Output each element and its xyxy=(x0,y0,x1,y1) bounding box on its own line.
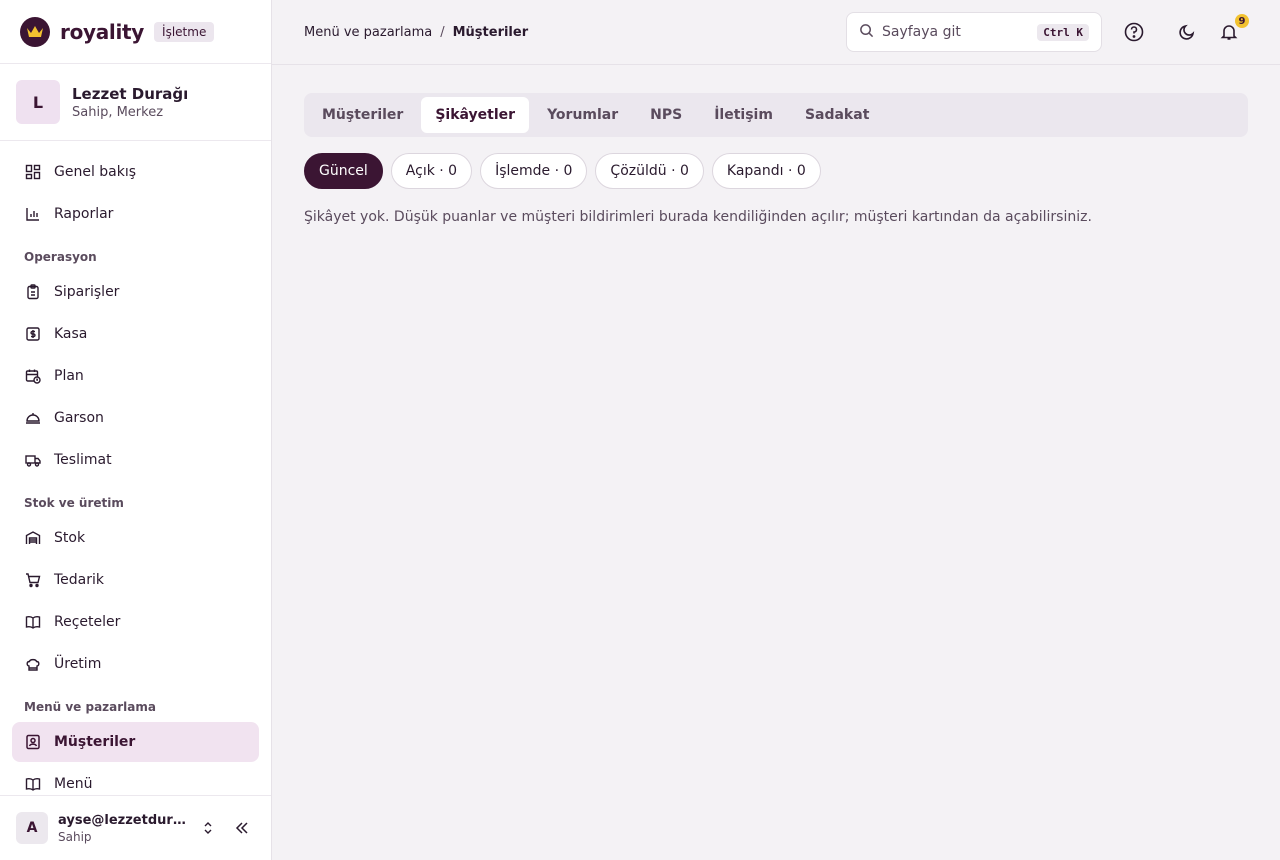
main-content: Müşteriler Şikâyetler Yorumlar NPS İleti… xyxy=(304,93,1248,225)
sidebar-item-musteriler[interactable]: Müşteriler xyxy=(12,722,259,762)
sidebar-item-teslimat[interactable]: Teslimat xyxy=(12,440,259,480)
contact-icon xyxy=(24,733,42,751)
chef-hat-icon xyxy=(24,655,42,673)
filter-kapandi[interactable]: Kapandı · 0 xyxy=(711,153,821,189)
collapse-sidebar-icon[interactable] xyxy=(230,816,254,840)
cart-icon xyxy=(24,571,42,589)
moon-icon[interactable] xyxy=(1175,20,1199,44)
status-filter-group: Güncel Açık · 0 İşlemde · 0 Çözüldü · 0 … xyxy=(304,153,1248,189)
org-role: Sahip, Merkez xyxy=(72,104,164,120)
org-avatar: L xyxy=(16,80,60,124)
org-switcher[interactable]: L Lezzet Durağı Sahip, Merkez xyxy=(0,64,271,141)
sidebar-item-label: Stok xyxy=(54,530,86,546)
empty-state-message: Şikâyet yok. Düşük puanlar ve müşteri bi… xyxy=(304,209,1092,225)
tab-nps[interactable]: NPS xyxy=(636,97,696,133)
sidebar-item-uretim[interactable]: Üretim xyxy=(12,644,259,684)
brand-tag: İşletme xyxy=(154,21,215,42)
brand-name: royality xyxy=(60,19,145,44)
search-input[interactable]: Sayfaya git Ctrl K xyxy=(846,12,1102,52)
crown-logo-icon xyxy=(20,16,50,47)
sidebar-item-label: Genel bakış xyxy=(54,164,137,180)
clipboard-icon xyxy=(24,283,42,301)
sidebar-item-label: Müşteriler xyxy=(54,734,136,750)
sidebar-item-label: Raporlar xyxy=(54,206,114,222)
filter-cozuldu[interactable]: Çözüldü · 0 xyxy=(595,153,704,189)
tab-bar: Müşteriler Şikâyetler Yorumlar NPS İleti… xyxy=(304,93,1248,137)
sidebar-item-label: Tedarik xyxy=(54,572,105,588)
sidebar-item-garson[interactable]: Garson xyxy=(12,398,259,438)
book-icon xyxy=(24,613,42,631)
tab-iletisim[interactable]: İletişim xyxy=(700,97,787,133)
user-role: Sahip xyxy=(58,829,92,844)
search-placeholder: Sayfaya git xyxy=(882,24,961,40)
filter-acik[interactable]: Açık · 0 xyxy=(390,153,473,189)
chevron-up-down-icon[interactable] xyxy=(196,816,220,840)
truck-icon xyxy=(24,451,42,469)
calendar-clock-icon xyxy=(24,367,42,385)
sidebar-item-label: Garson xyxy=(54,410,104,426)
sidebar-item-receteler[interactable]: Reçeteler xyxy=(12,602,259,642)
user-email: ayse@lezzetduragi.com xyxy=(58,812,186,828)
topbar: Menü ve pazarlama / Müşteriler Sayfaya g… xyxy=(272,0,1280,65)
notification-badge: 9 xyxy=(1235,14,1249,28)
sidebar-nav: Genel bakış Raporlar Operasyon Siparişle… xyxy=(12,152,259,806)
sidebar-item-raporlar[interactable]: Raporlar xyxy=(12,194,259,234)
sidebar-item-label: Siparişler xyxy=(54,284,120,300)
waiter-icon xyxy=(24,409,42,427)
org-name: Lezzet Durağı xyxy=(72,84,189,103)
cash-register-icon xyxy=(24,325,42,343)
warehouse-icon xyxy=(24,529,42,547)
user-avatar: A xyxy=(16,812,48,844)
search-shortcut: Ctrl K xyxy=(1037,23,1089,41)
sidebar-item-label: Teslimat xyxy=(54,452,112,468)
breadcrumb: Menü ve pazarlama / Müşteriler xyxy=(304,25,528,40)
tab-yorumlar[interactable]: Yorumlar xyxy=(533,97,632,133)
tab-musteriler[interactable]: Müşteriler xyxy=(308,97,417,133)
help-icon[interactable] xyxy=(1122,20,1146,44)
sidebar-item-stok[interactable]: Stok xyxy=(12,518,259,558)
sidebar-item-label: Plan xyxy=(54,368,84,384)
brand: royality İşletme xyxy=(0,0,271,64)
sidebar-item-genel-bakis[interactable]: Genel bakış xyxy=(12,152,259,192)
bar-chart-icon xyxy=(24,205,42,223)
nav-section-operasyon: Operasyon xyxy=(24,250,97,264)
sidebar-item-tedarik[interactable]: Tedarik xyxy=(12,560,259,600)
sidebar-item-siparisler[interactable]: Siparişler xyxy=(12,272,259,312)
sidebar-item-label: Kasa xyxy=(54,326,88,342)
nav-section-stok: Stok ve üretim xyxy=(24,496,124,510)
sidebar: royality İşletme L Lezzet Durağı Sahip, … xyxy=(0,0,272,860)
nav-section-menu: Menü ve pazarlama xyxy=(24,700,156,714)
sidebar-item-plan[interactable]: Plan xyxy=(12,356,259,396)
filter-islemde[interactable]: İşlemde · 0 xyxy=(480,153,588,189)
dashboard-icon xyxy=(24,163,42,181)
sidebar-item-label: Menü xyxy=(54,776,93,792)
search-icon xyxy=(859,23,874,42)
breadcrumb-parent[interactable]: Menü ve pazarlama xyxy=(304,25,432,40)
sidebar-item-label: Üretim xyxy=(54,656,102,672)
tab-sadakat[interactable]: Sadakat xyxy=(791,97,883,133)
menu-icon xyxy=(24,775,42,793)
sidebar-item-label: Reçeteler xyxy=(54,614,121,630)
breadcrumb-current: Müşteriler xyxy=(452,24,529,40)
user-menu[interactable]: A ayse@lezzetduragi.com Sahip xyxy=(0,795,271,860)
bell-icon[interactable]: 9 xyxy=(1217,14,1249,44)
filter-guncel[interactable]: Güncel xyxy=(304,153,383,189)
tab-sikayetler[interactable]: Şikâyetler xyxy=(421,97,530,133)
sidebar-item-kasa[interactable]: Kasa xyxy=(12,314,259,354)
breadcrumb-separator: / xyxy=(440,24,445,40)
